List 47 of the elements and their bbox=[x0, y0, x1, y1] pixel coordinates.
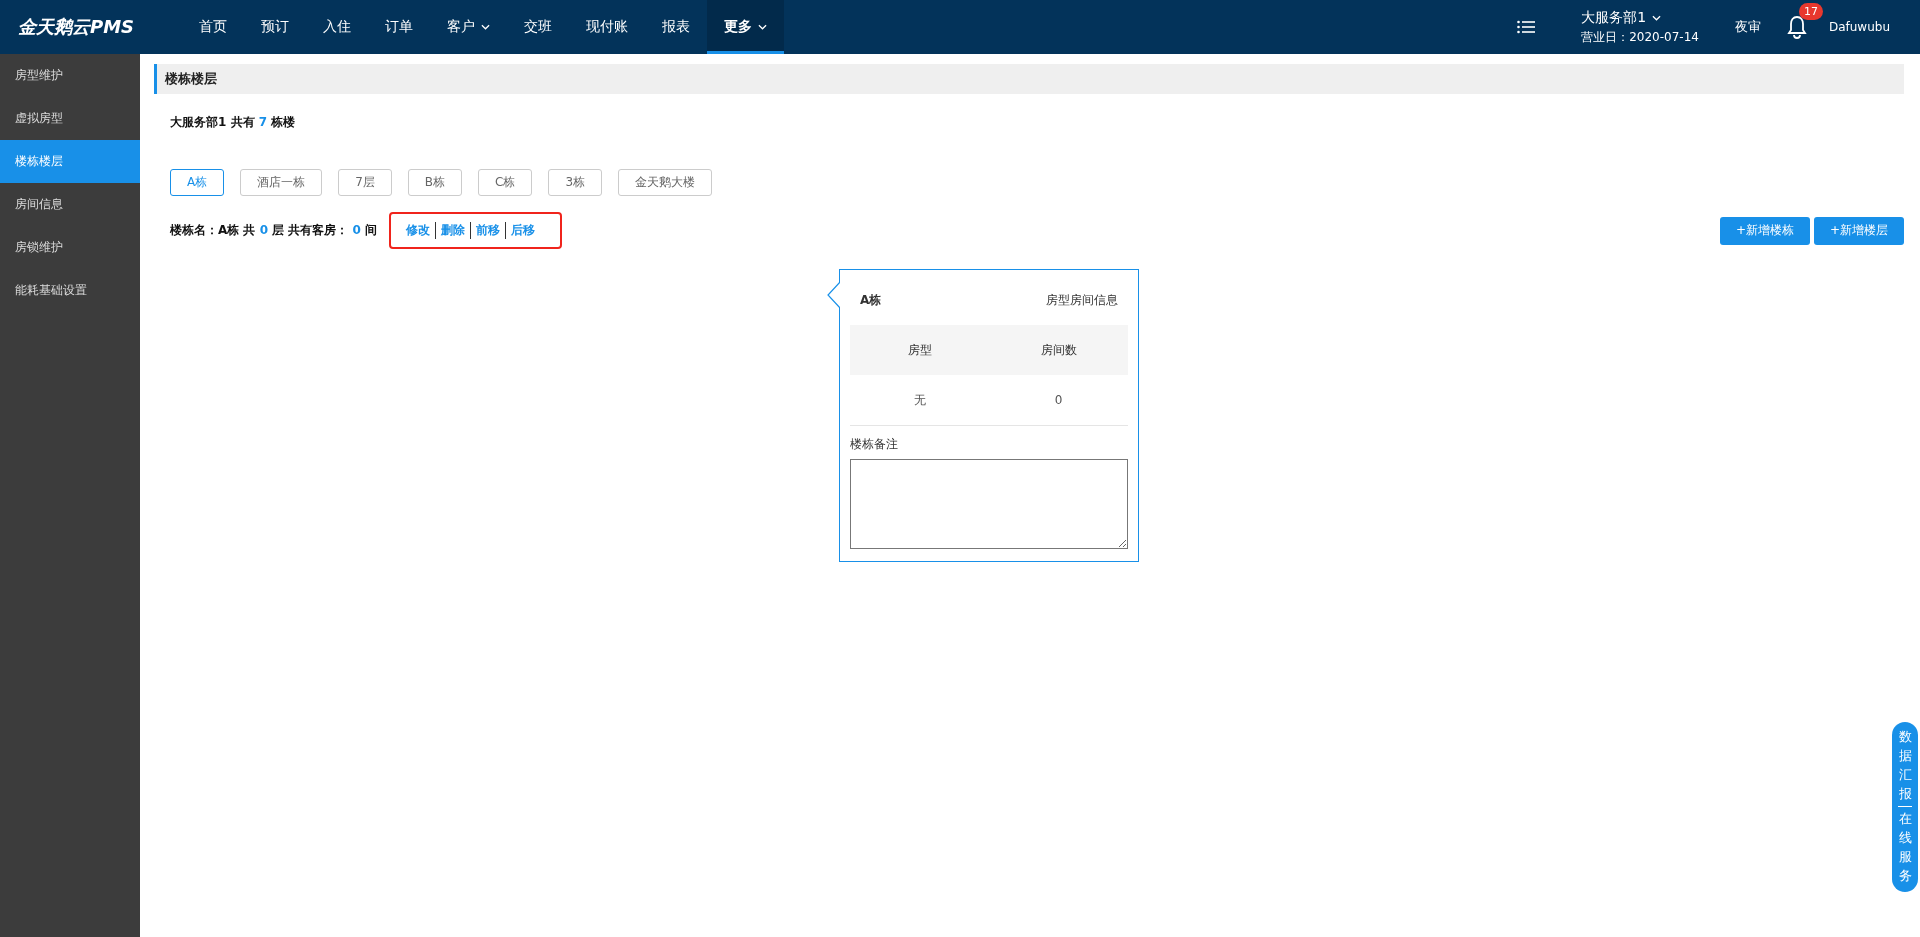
action-link[interactable]: 修改 bbox=[401, 222, 436, 239]
night-audit-link[interactable]: 夜审 bbox=[1734, 18, 1761, 36]
table-cell-text: 无 bbox=[912, 391, 927, 409]
business-date: 营业日：2020-07-14 bbox=[1581, 28, 1699, 46]
nav-item[interactable]: 更多 bbox=[707, 0, 784, 54]
column-header: 房间数 bbox=[1039, 341, 1078, 359]
sidebar-item[interactable]: 虚拟房型 bbox=[0, 97, 140, 140]
building-tab[interactable]: A栋 bbox=[170, 169, 225, 196]
caret-icon bbox=[758, 24, 767, 30]
sidebar-item[interactable]: 房锁维护 bbox=[0, 226, 140, 269]
building-tab[interactable]: 7层 bbox=[338, 169, 392, 196]
column-header: 房型 bbox=[906, 341, 933, 359]
nav-item[interactable]: 入住 bbox=[306, 0, 368, 54]
building-tab[interactable]: 3栋 bbox=[548, 169, 603, 196]
bell-icon[interactable] bbox=[1786, 15, 1807, 39]
remarks-field[interactable] bbox=[850, 459, 1128, 549]
building-tab[interactable]: C栋 bbox=[478, 169, 533, 196]
sidebar-item[interactable]: 能耗基础设置 bbox=[0, 269, 140, 312]
popover-title: A栋 bbox=[860, 292, 882, 309]
action-link[interactable]: 前移 bbox=[470, 222, 506, 239]
remarks-label: 楼栋备注 bbox=[850, 436, 899, 453]
sidebar-item[interactable]: 房间信息 bbox=[0, 183, 140, 226]
page-title: 楼栋楼层 bbox=[165, 70, 217, 88]
building-info: 楼栋名：A栋 共 0 层 共有客房： 0 间 bbox=[170, 222, 378, 239]
table-cell-text: 0 bbox=[1053, 393, 1064, 407]
building-tab[interactable]: B栋 bbox=[407, 169, 463, 196]
building-summary: 大服务部1 共有 7 栋楼 bbox=[170, 114, 297, 131]
nav-item[interactable]: 首页 bbox=[182, 0, 244, 54]
caret-icon bbox=[481, 24, 490, 30]
nav-item[interactable]: 预订 bbox=[244, 0, 306, 54]
nav-item[interactable]: 交班 bbox=[507, 0, 569, 54]
user-name[interactable]: Dafuwubu bbox=[1828, 20, 1890, 34]
sidebar-item[interactable]: 房型维护 bbox=[0, 54, 140, 97]
building-tab[interactable]: 酒店一栋 bbox=[240, 169, 323, 196]
list-icon[interactable] bbox=[1517, 20, 1536, 34]
brand-logo: 金天鹅云PMS bbox=[17, 15, 136, 39]
action-link[interactable]: 后移 bbox=[505, 222, 541, 239]
nav-item[interactable]: 客户 bbox=[430, 0, 507, 54]
notification-badge: 17 bbox=[1798, 3, 1823, 20]
store-selector[interactable]: 大服务部1 bbox=[1581, 8, 1647, 27]
caret-icon bbox=[1652, 14, 1662, 21]
nav-item[interactable]: 订单 bbox=[368, 0, 430, 54]
popover-subtitle: 房型房间信息 bbox=[1046, 292, 1118, 309]
action-link[interactable]: 删除 bbox=[435, 222, 471, 239]
building-tab[interactable]: 金天鹅大楼 bbox=[618, 169, 713, 196]
nav-item[interactable]: 报表 bbox=[645, 0, 707, 54]
nav-item[interactable]: 现付账 bbox=[569, 0, 645, 54]
